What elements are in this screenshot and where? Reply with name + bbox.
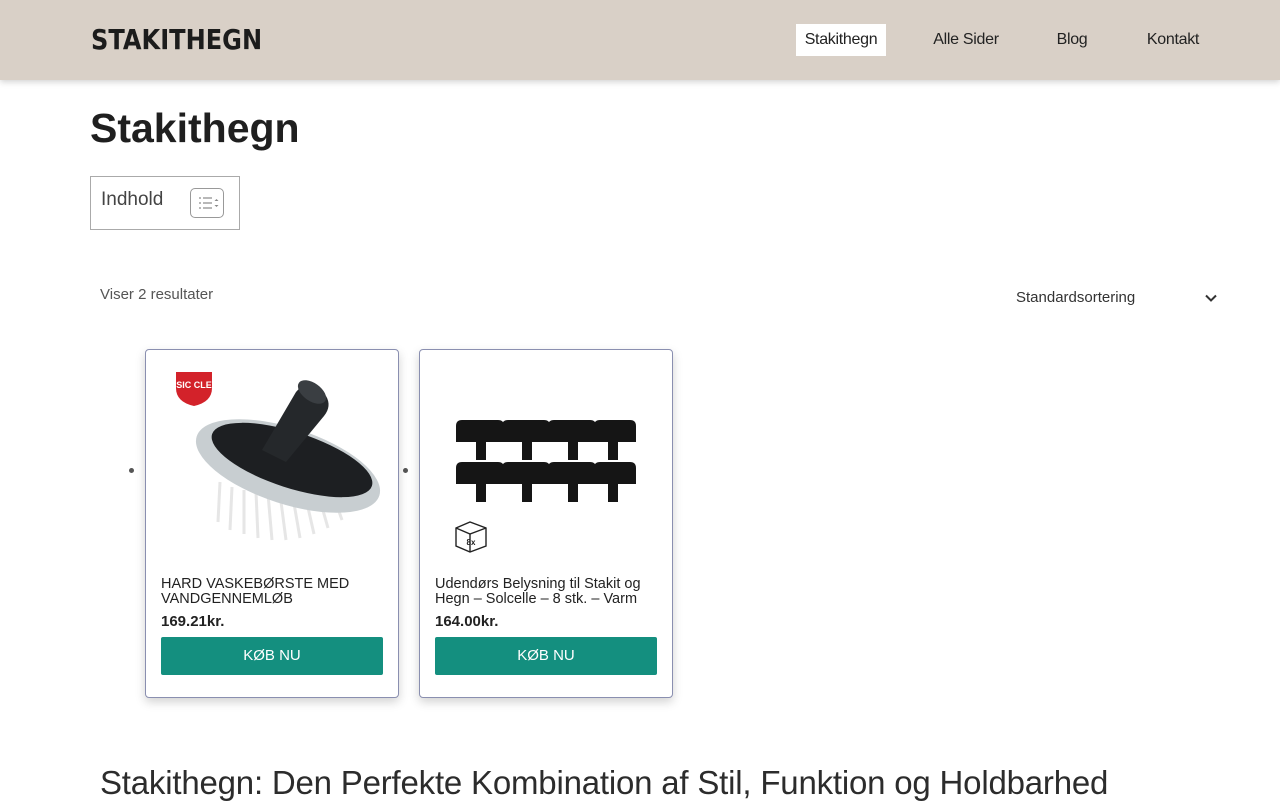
results-count: Viser 2 resultater <box>100 286 214 303</box>
sort-selected-value: Standardsortering <box>1016 289 1136 306</box>
product-card[interactable]: 8x Udendørs Belysning til Stakit og Hegn… <box>419 349 673 698</box>
product-price: 169.21kr. <box>161 613 225 630</box>
product-price: 164.00kr. <box>435 613 499 630</box>
nav-item-stakithegn[interactable]: Stakithegn <box>796 24 886 56</box>
badge-text: 8x <box>467 538 476 547</box>
nav-item-kontakt[interactable]: Kontakt <box>1137 24 1209 56</box>
main-nav: Stakithegn Alle Sider Blog Kontakt <box>0 24 1280 56</box>
list-bullet <box>129 468 134 473</box>
badge-text: BASIC CLEAN <box>163 380 225 390</box>
product-title[interactable]: HARD VASKEBØRSTE MED VANDGENNEMLØB <box>161 577 385 607</box>
nav-item-alle-sider[interactable]: Alle Sider <box>926 24 1006 56</box>
site-header: STAKITHEGN Stakithegn Alle Sider Blog Ko… <box>0 0 1280 80</box>
nav-item-blog[interactable]: Blog <box>1047 24 1097 56</box>
table-of-contents: Indhold <box>90 176 240 230</box>
solar-lights-icon[interactable]: 8x <box>434 362 658 556</box>
chevron-down-icon <box>1205 294 1217 302</box>
brush-icon[interactable]: BASIC CLEAN <box>160 362 384 556</box>
toc-label: Indhold <box>101 189 164 210</box>
buy-now-button[interactable]: KØB NU <box>161 637 383 675</box>
buy-now-button[interactable]: KØB NU <box>435 637 657 675</box>
article-heading: Stakithegn: Den Perfekte Kombination af … <box>100 764 1109 801</box>
list-icon <box>199 197 219 209</box>
toc-toggle-button[interactable] <box>190 188 224 218</box>
product-card[interactable]: BASIC CLEAN HARD VASKEBØRSTE MED VANDGEN… <box>145 349 399 698</box>
product-title[interactable]: Udendørs Belysning til Stakit og Hegn – … <box>435 577 659 607</box>
page-title: Stakithegn <box>90 105 300 151</box>
list-bullet <box>403 468 408 473</box>
sort-select[interactable]: Standardsortering <box>1016 289 1220 309</box>
